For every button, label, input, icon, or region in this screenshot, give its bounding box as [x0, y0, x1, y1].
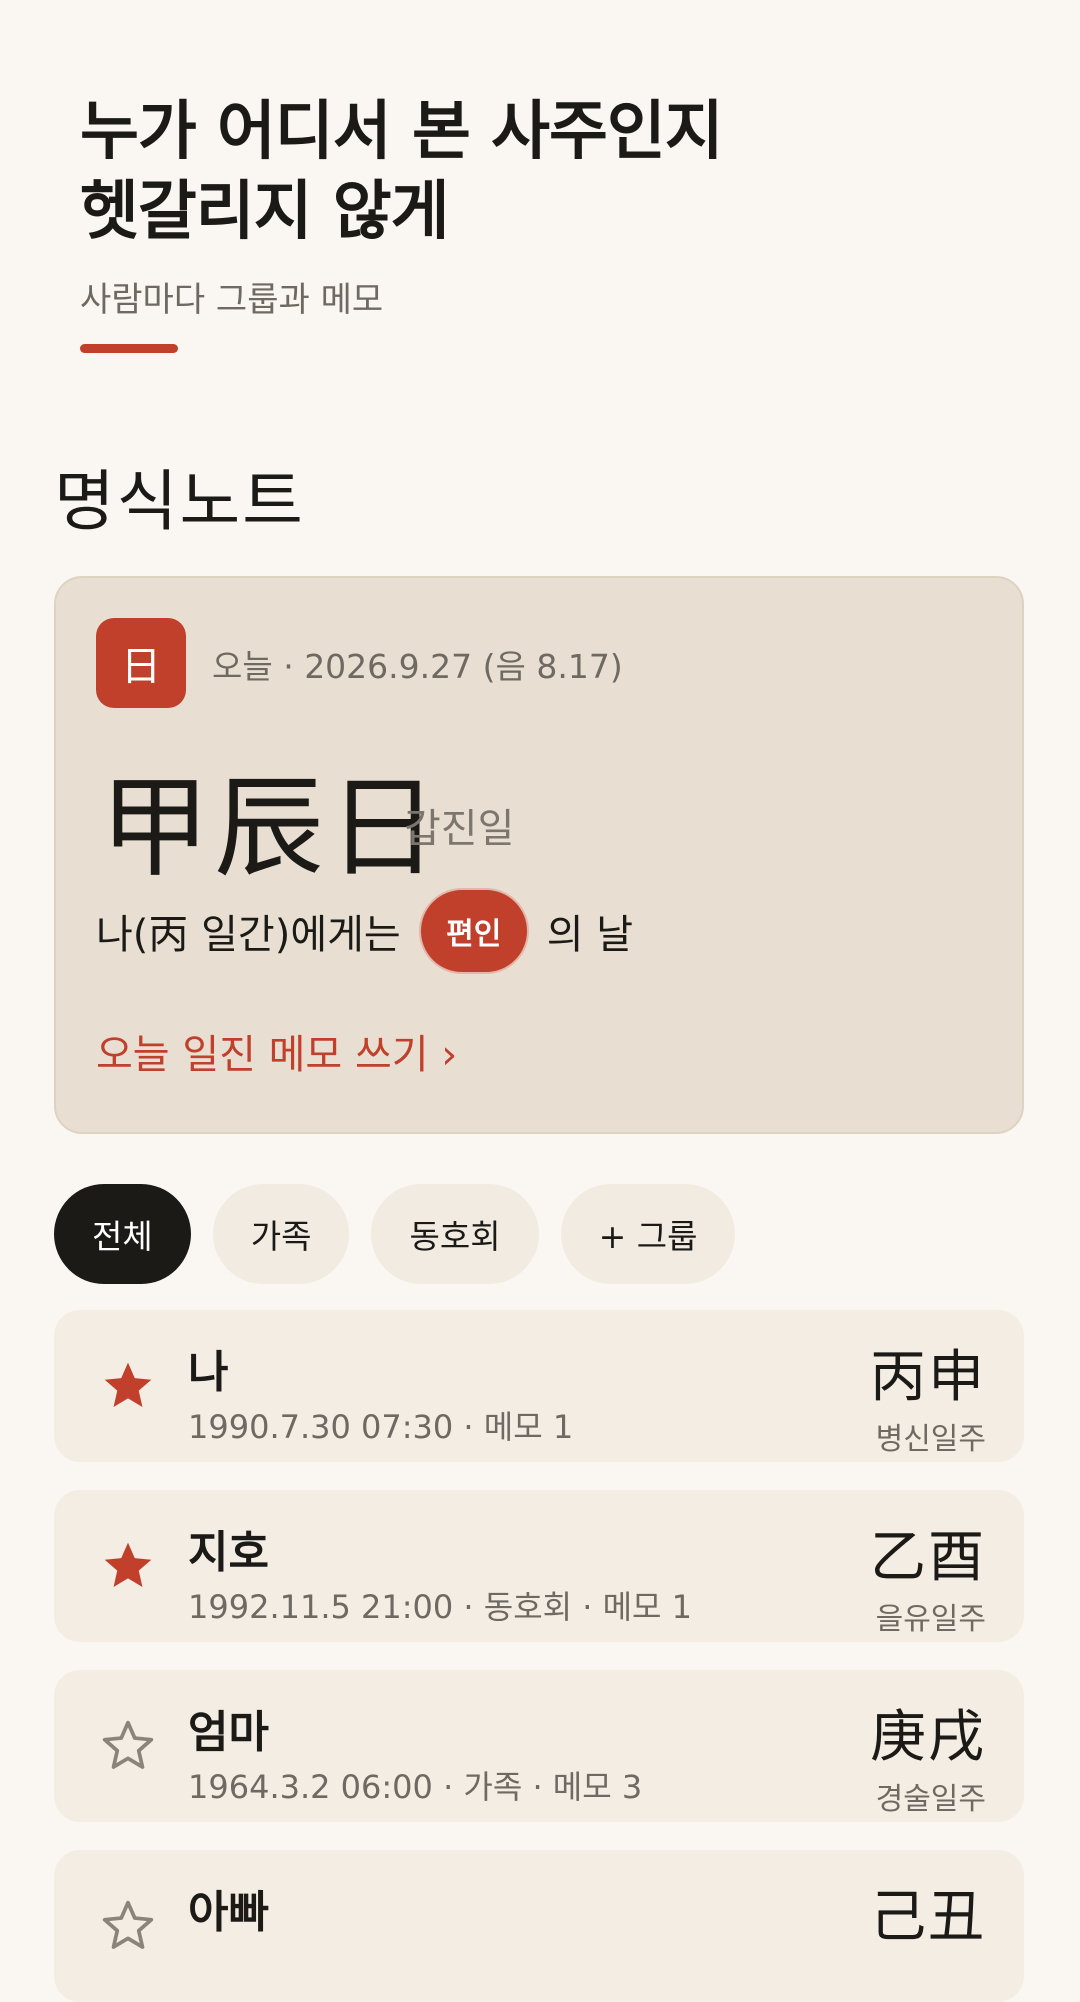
relation-chip[interactable]: 편인 [418, 888, 529, 974]
filter-chip-club[interactable]: 동호회 [371, 1184, 539, 1284]
person-meta: 1992.11.5 21:00 · 동호회 · 메모 1 [188, 1588, 693, 1626]
today-ganji: 甲辰日 [100, 764, 442, 892]
add-group-button[interactable]: + 그룹 [560, 1184, 736, 1284]
person-day-pillar: 己丑 [870, 1885, 986, 1950]
promo-title-line1: 누가 어디서 본 사주인지 [80, 95, 724, 169]
person-card[interactable]: 지호 1992.11.5 21:00 · 동호회 · 메모 1 乙酉 을유일주 [54, 1490, 1024, 1642]
star-outline-icon[interactable] [100, 1718, 156, 1774]
group-filter-bar: 전체 가족 동호회 + 그룹 [54, 1184, 736, 1284]
promo-title-line2: 헷갈리지 않게 [80, 175, 450, 249]
person-pillar-reading: 경술일주 [875, 1782, 986, 1817]
person-meta: 1990.7.30 07:30 · 메모 1 [188, 1408, 574, 1446]
promo-title: 누가 어디서 본 사주인지 헷갈리지 않게 [80, 92, 1000, 252]
today-date: 오늘 · 2026.9.27 (음 8.17) [212, 647, 623, 686]
person-card[interactable]: 엄마 1964.3.2 06:00 · 가족 · 메모 3 庚戌 경술일주 [54, 1670, 1024, 1822]
promo-accent-bar [80, 344, 178, 353]
app-title: 명식노트 [54, 463, 305, 540]
promo-subtitle: 사람마다 그룹과 메모 [80, 280, 384, 320]
star-filled-icon[interactable] [100, 1358, 156, 1414]
person-day-pillar: 乙酉 [870, 1525, 986, 1590]
today-memo-link[interactable]: 오늘 일진 메모 쓰기 › [96, 1022, 457, 1080]
star-outline-icon[interactable] [100, 1898, 156, 1954]
promo-header: 누가 어디서 본 사주인지 헷갈리지 않게 사람마다 그룹과 메모 [80, 92, 1000, 321]
day-badge-icon: 日 [96, 618, 186, 708]
person-name: 아빠 [188, 1887, 269, 1938]
person-pillar-reading: 을유일주 [875, 1602, 986, 1637]
person-meta: 1964.3.2 06:00 · 가족 · 메모 3 [188, 1768, 643, 1806]
relation-prefix: 나(丙 일간)에게는 [96, 912, 401, 958]
person-name: 나 [188, 1347, 229, 1398]
filter-chip-all[interactable]: 전체 [54, 1184, 191, 1284]
today-ganji-reading: 갑진일 [404, 806, 515, 852]
person-card[interactable]: 나 1990.7.30 07:30 · 메모 1 丙申 병신일주 [54, 1310, 1024, 1462]
star-filled-icon[interactable] [100, 1538, 156, 1594]
person-name: 엄마 [188, 1707, 269, 1758]
relation-suffix: 의 날 [546, 912, 634, 958]
person-day-pillar: 庚戌 [870, 1705, 986, 1770]
person-card[interactable]: 아빠 己丑 [54, 1850, 1024, 2002]
today-card[interactable]: 日 오늘 · 2026.9.27 (음 8.17) 甲辰日 갑진일 나(丙 일간… [54, 576, 1024, 1134]
person-day-pillar: 丙申 [870, 1345, 986, 1410]
filter-chip-family[interactable]: 가족 [212, 1184, 350, 1284]
person-name: 지호 [188, 1527, 269, 1578]
today-relation: 나(丙 일간)에게는 편인 의 날 [96, 888, 633, 974]
person-pillar-reading: 병신일주 [875, 1422, 986, 1457]
